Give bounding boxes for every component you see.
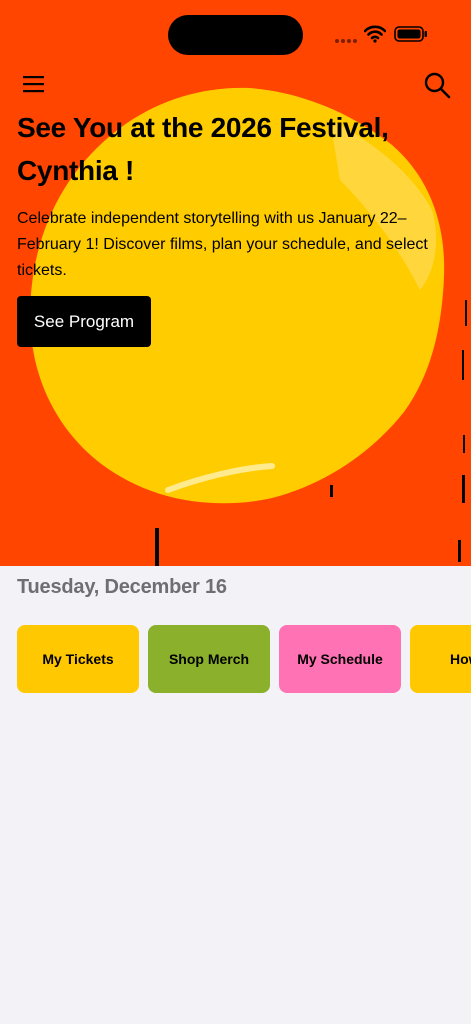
my-tickets-card[interactable]: My Tickets <box>17 625 139 693</box>
date-label: Tuesday, December 16 <box>17 576 227 598</box>
battery-icon <box>394 26 427 42</box>
shop-merch-card[interactable]: Shop Merch <box>148 625 270 693</box>
wifi-icon <box>364 25 386 43</box>
my-schedule-card[interactable]: My Schedule <box>279 625 401 693</box>
app-screen: See You at the 2026 Festival, Cynthia ! … <box>0 0 471 1024</box>
signal-dots-icon <box>335 39 357 43</box>
hero-banner: See You at the 2026 Festival, Cynthia ! … <box>0 0 471 566</box>
hamburger-menu-icon[interactable] <box>20 70 48 98</box>
see-program-button[interactable]: See Program <box>17 296 151 347</box>
dynamic-island <box>168 15 303 55</box>
search-icon[interactable] <box>422 70 452 100</box>
how-to-card[interactable]: How T <box>410 625 471 693</box>
hero-title: See You at the 2026 Festival, Cynthia ! <box>17 112 389 186</box>
quick-actions-row: My TicketsShop MerchMy ScheduleHow T <box>17 625 471 693</box>
hero-description: Celebrate independent storytelling with … <box>17 210 428 279</box>
